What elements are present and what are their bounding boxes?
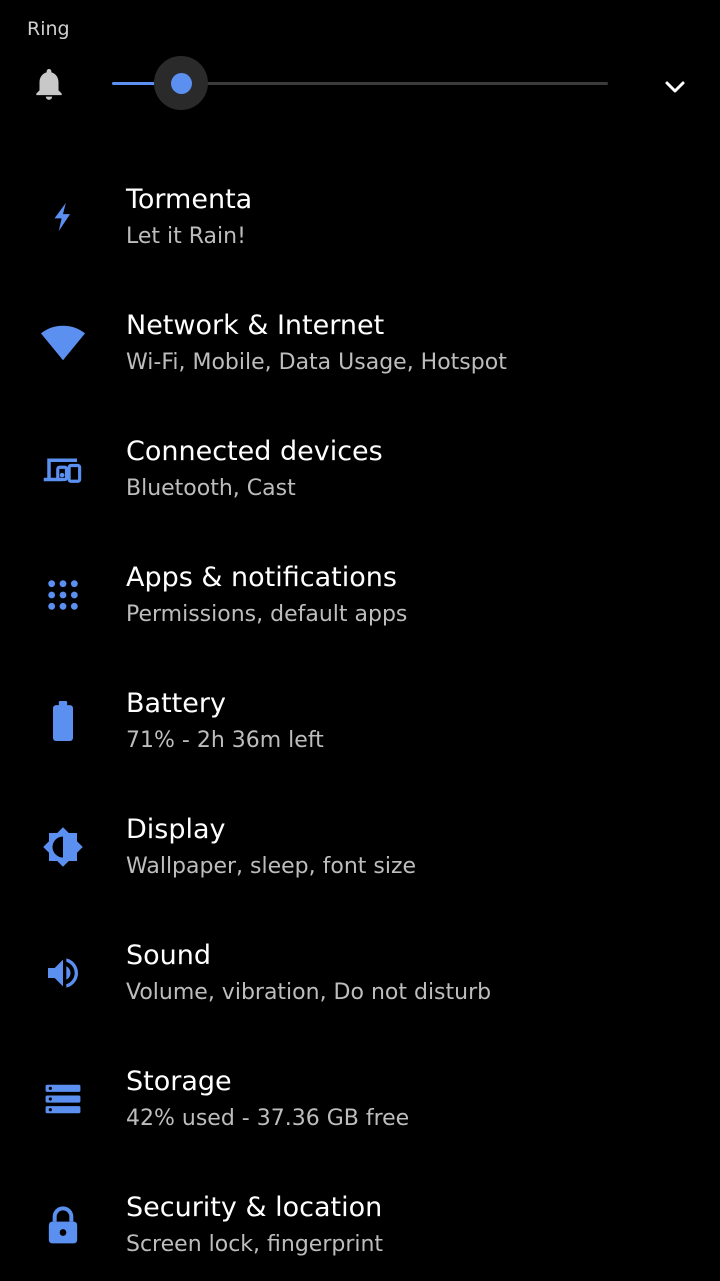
ring-volume-slider[interactable] [112,56,608,110]
settings-item-apps[interactable]: Apps & notifications Permissions, defaul… [0,525,720,651]
chevron-down-icon[interactable] [656,70,694,104]
storage-icon [38,1074,88,1124]
settings-item-subtitle: Let it Rain! [126,224,246,249]
settings-item-title: Sound [126,940,212,971]
settings-item-subtitle: Wi-Fi, Mobile, Data Usage, Hotspot [126,350,507,375]
settings-item-title: Connected devices [126,436,383,467]
lock-icon [38,1200,88,1250]
settings-item-battery[interactable]: Battery 71% - 2h 36m left [0,651,720,777]
settings-item-subtitle: Screen lock, fingerprint [126,1232,384,1257]
slider-thumb[interactable] [170,73,192,94]
settings-item-title: Storage [126,1066,232,1097]
apps-grid-icon [38,570,88,620]
settings-item-title: Tormenta [126,184,253,215]
settings-item-subtitle: 71% - 2h 36m left [126,728,324,753]
settings-item-subtitle: Bluetooth, Cast [126,476,296,501]
settings-item-tormenta[interactable]: Tormenta Let it Rain! [0,147,720,273]
speaker-icon [38,948,88,998]
wifi-icon [38,318,88,368]
settings-item-network[interactable]: Network & Internet Wi-Fi, Mobile, Data U… [0,273,720,399]
bell-icon [30,64,68,104]
settings-item-title: Security & location [126,1192,383,1223]
settings-item-subtitle: Volume, vibration, Do not disturb [126,980,492,1005]
brightness-icon [38,822,88,872]
settings-item-display[interactable]: Display Wallpaper, sleep, font size [0,777,720,903]
devices-icon [38,444,88,494]
settings-item-storage[interactable]: Storage 42% used - 37.36 GB free [0,1029,720,1155]
settings-item-title: Apps & notifications [126,562,397,593]
volume-label: Ring [27,18,70,40]
battery-icon [38,696,88,746]
settings-item-subtitle: 42% used - 37.36 GB free [126,1106,410,1131]
settings-item-connected-devices[interactable]: Connected devices Bluetooth, Cast [0,399,720,525]
settings-list: Tormenta Let it Rain! Network & Internet… [0,147,720,1281]
settings-item-title: Display [126,814,226,845]
settings-item-sound[interactable]: Sound Volume, vibration, Do not disturb [0,903,720,1029]
settings-item-security[interactable]: Security & location Screen lock, fingerp… [0,1155,720,1281]
settings-item-title: Battery [126,688,226,719]
settings-item-title: Network & Internet [126,310,385,341]
bolt-icon [38,192,88,242]
settings-item-subtitle: Permissions, default apps [126,602,408,627]
settings-item-subtitle: Wallpaper, sleep, font size [126,854,417,879]
